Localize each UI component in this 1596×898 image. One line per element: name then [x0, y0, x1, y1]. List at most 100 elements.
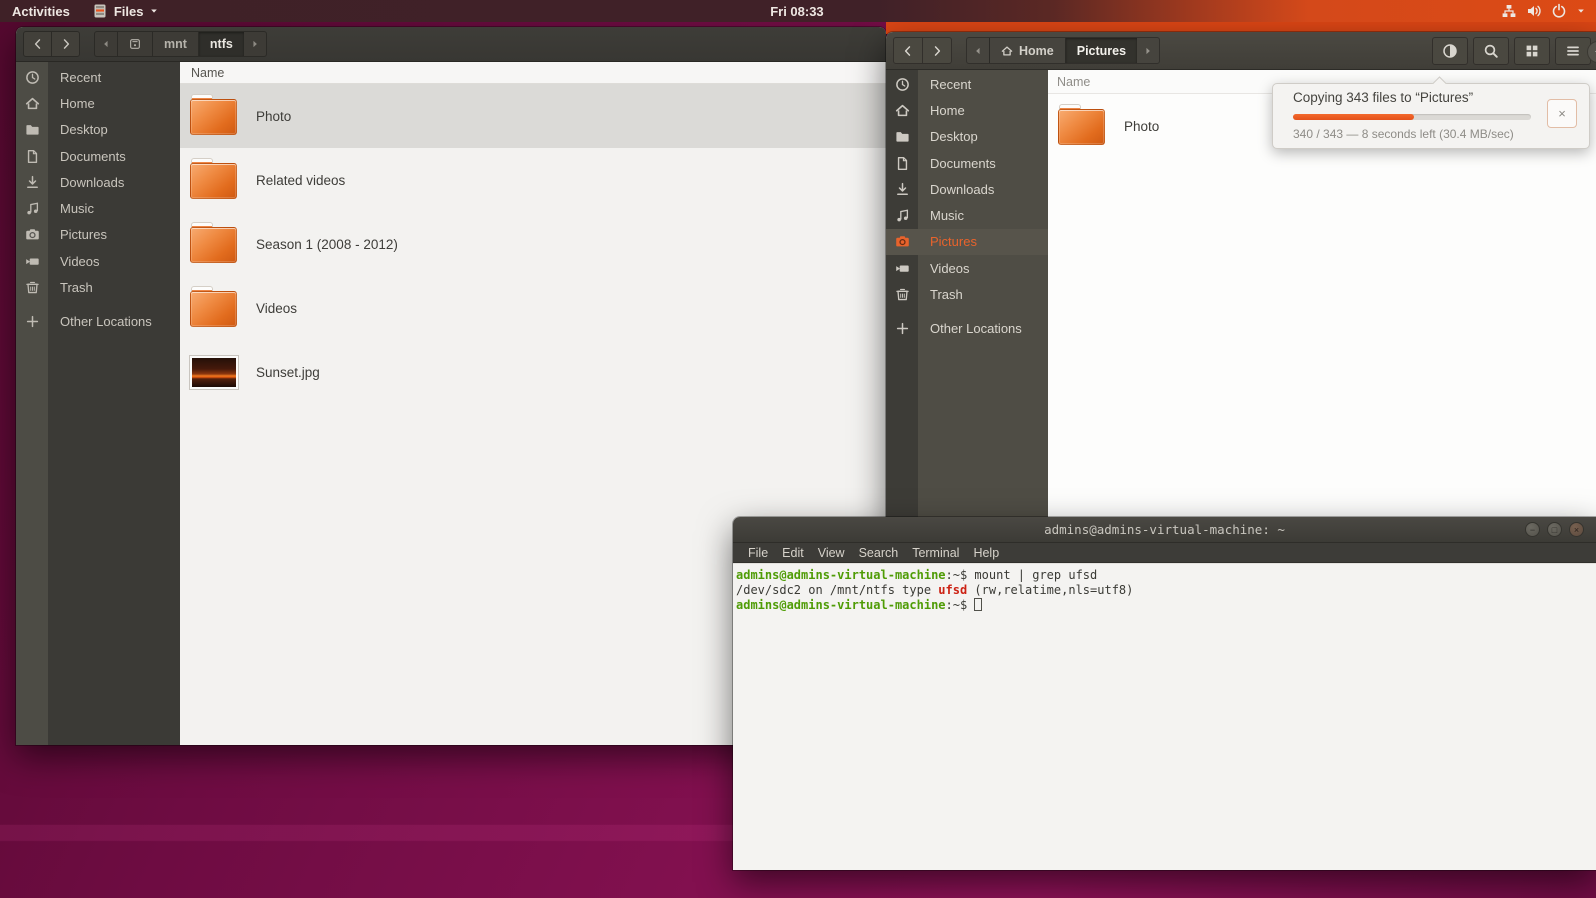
file-row-sunset-jpg[interactable]: Sunset.jpg [180, 340, 886, 404]
activities-button[interactable]: Activities [0, 0, 82, 22]
forward-button[interactable] [51, 31, 80, 57]
sidebar-item-other-locations[interactable]: Other Locations [886, 316, 1048, 342]
sidebar-item-recent[interactable]: Recent [16, 64, 180, 90]
sidebar-item-pictures[interactable]: Pictures [886, 228, 1048, 256]
sidebar-item-label: Trash [60, 280, 93, 296]
file-name-label: Season 1 (2008 - 2012) [256, 236, 398, 252]
file-name-label: Photo [1124, 118, 1160, 134]
file-name-label: Sunset.jpg [256, 364, 320, 380]
window-controls: − □ × [1525, 522, 1584, 537]
minimize-button[interactable]: − [1525, 522, 1540, 537]
sidebar-item-label: Home [60, 95, 95, 111]
sidebar-item-icon [25, 70, 40, 85]
view-grid-button[interactable] [1514, 36, 1550, 65]
terminal-title: admins@admins-virtual-machine: ~ [1044, 522, 1285, 537]
sidebar-item-icon [895, 156, 910, 171]
volume-icon [1526, 3, 1542, 19]
forward-button[interactable] [922, 37, 952, 64]
terminal-text-segment: (rw,relatime,nls=utf8) [967, 583, 1134, 597]
sidebar-item-trash[interactable]: Trash [886, 281, 1048, 307]
menu-item-view[interactable]: View [811, 546, 852, 560]
menu-item-help[interactable]: Help [966, 546, 1006, 560]
sidebar-item-videos[interactable]: Videos [16, 248, 180, 274]
back-button[interactable] [23, 31, 52, 57]
files-app-icon [92, 3, 108, 19]
folder-icon [190, 222, 237, 263]
sidebar-item-icon [895, 103, 910, 118]
path-segment-mnt[interactable]: mnt [153, 32, 199, 56]
menu-item-edit[interactable]: Edit [775, 546, 811, 560]
app-menu-files[interactable]: Files [82, 0, 170, 22]
path-scroll-left-button[interactable] [967, 38, 990, 63]
path-segment-label: ntfs [209, 37, 233, 51]
right-window-headerbar: Home Pictures − [886, 32, 1596, 70]
path-segment-pictures[interactable]: Pictures [1065, 38, 1138, 63]
clock[interactable]: Fri 08:33 [770, 0, 823, 22]
sidebar-item-videos[interactable]: Videos [886, 255, 1048, 281]
sidebar-item-music[interactable]: Music [16, 195, 180, 221]
sidebar-item-icon [25, 96, 40, 111]
path-scroll-right-button[interactable] [244, 32, 266, 56]
sidebar-item-desktop[interactable]: Desktop [16, 117, 180, 143]
file-name-label: Related videos [256, 172, 346, 188]
file-row-related-videos[interactable]: Related videos [180, 148, 886, 212]
close-button[interactable]: × [1569, 522, 1584, 537]
copy-progress-title: Copying 343 files to “Pictures” [1293, 90, 1474, 105]
gnome-top-bar: Activities Files Fri 08:33 [0, 0, 1596, 22]
sidebar-item-recent[interactable]: Recent [886, 71, 1048, 97]
file-name-label: Videos [256, 300, 298, 316]
menu-item-search[interactable]: Search [852, 546, 906, 560]
path-segment-label: Home [1019, 43, 1054, 58]
copy-progress-status: 340 / 343 — 8 seconds left (30.4 MB/sec) [1293, 127, 1514, 141]
sidebar-item-other-locations[interactable]: Other Locations [16, 309, 180, 335]
terminal-cursor [974, 598, 983, 611]
sidebar-item-desktop[interactable]: Desktop [886, 124, 1048, 150]
terminal-titlebar[interactable]: admins@admins-virtual-machine: ~ − □ × [733, 517, 1596, 543]
sidebar-item-icon [25, 175, 40, 190]
sidebar-item-pictures[interactable]: Pictures [16, 222, 180, 248]
back-button[interactable] [893, 37, 923, 64]
path-scroll-left-button[interactable] [95, 32, 118, 56]
search-button[interactable] [1473, 36, 1509, 65]
progress-pie-icon [1442, 43, 1458, 59]
menu-item-file[interactable]: File [741, 546, 775, 560]
sidebar-item-music[interactable]: Music [886, 202, 1048, 228]
file-row-videos[interactable]: Videos [180, 276, 886, 340]
list-column-headers: Name [180, 62, 886, 84]
sidebar-item-downloads[interactable]: Downloads [886, 176, 1048, 202]
sidebar-item-home[interactable]: Home [16, 90, 180, 116]
column-header-name[interactable]: Name [1057, 75, 1090, 89]
path-segment-home[interactable]: Home [990, 38, 1066, 63]
sidebar-item-trash[interactable]: Trash [16, 274, 180, 300]
system-status-menu[interactable] [1501, 0, 1596, 22]
top-bar-left: Activities Files [0, 0, 169, 22]
headerbar-actions [1432, 36, 1591, 65]
terminal-body[interactable]: admins@admins-virtual-machine:~$ mount |… [733, 563, 1596, 870]
sidebar-item-icon [895, 77, 910, 92]
cancel-copy-button[interactable]: × [1547, 99, 1577, 128]
column-header-name[interactable]: Name [191, 66, 224, 80]
maximize-button[interactable]: □ [1547, 522, 1562, 537]
path-segment-drive[interactable] [118, 32, 153, 56]
sidebar-item-documents[interactable]: Documents [886, 150, 1048, 176]
menu-item-terminal[interactable]: Terminal [905, 546, 966, 560]
sidebar-item-label: Pictures [930, 234, 977, 250]
sidebar-item-icon [25, 227, 40, 242]
menu-button[interactable] [1555, 36, 1591, 65]
sidebar-item-label: Downloads [60, 174, 125, 190]
files-window-pictures: Home Pictures − [886, 32, 1596, 532]
sidebar-item-downloads[interactable]: Downloads [16, 169, 180, 195]
path-segment-ntfs[interactable]: ntfs [198, 32, 244, 56]
sidebar-item-home[interactable]: Home [886, 97, 1048, 123]
path-scroll-right-button[interactable] [1137, 38, 1159, 63]
file-row-season-1-2008-2012[interactable]: Season 1 (2008 - 2012) [180, 212, 886, 276]
sidebar-item-label: Home [930, 102, 965, 118]
sidebar-item-documents[interactable]: Documents [16, 143, 180, 169]
operations-progress-button[interactable] [1432, 36, 1468, 65]
sidebar-item-icon [25, 314, 40, 329]
folder-icon [190, 286, 237, 327]
sidebar-item-icon [25, 149, 40, 164]
file-row-photo[interactable]: Photo [180, 84, 886, 148]
copy-progress-popover: Copying 343 files to “Pictures” 340 / 34… [1272, 83, 1590, 149]
sidebar-item-label: Desktop [930, 129, 978, 145]
